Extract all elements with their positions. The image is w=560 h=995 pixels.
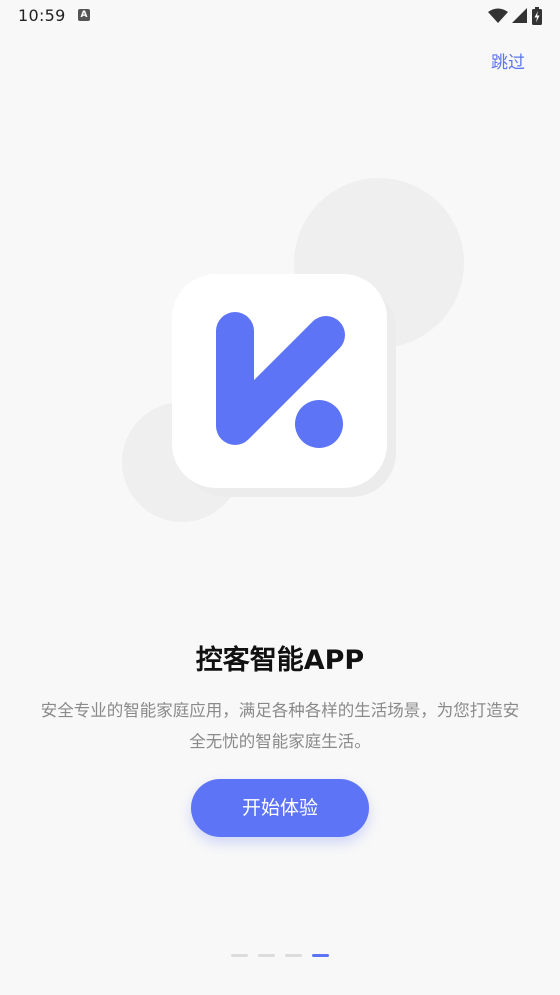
start-button[interactable]: 开始体验 [191,779,369,837]
page-dot [231,954,248,957]
page-dot-active [312,954,329,957]
app-title: 控客智能APP [195,645,365,676]
page-dot [285,954,302,957]
page-dot [258,954,275,957]
k-logo-icon [216,312,345,448]
app-logo [172,274,387,488]
page-indicator [0,954,560,957]
welcome-illustration [0,0,560,560]
app-description: 安全专业的智能家庭应用，满足各种各样的生活场景，为您打造安全无忧的智能家庭生活。 [40,701,520,751]
